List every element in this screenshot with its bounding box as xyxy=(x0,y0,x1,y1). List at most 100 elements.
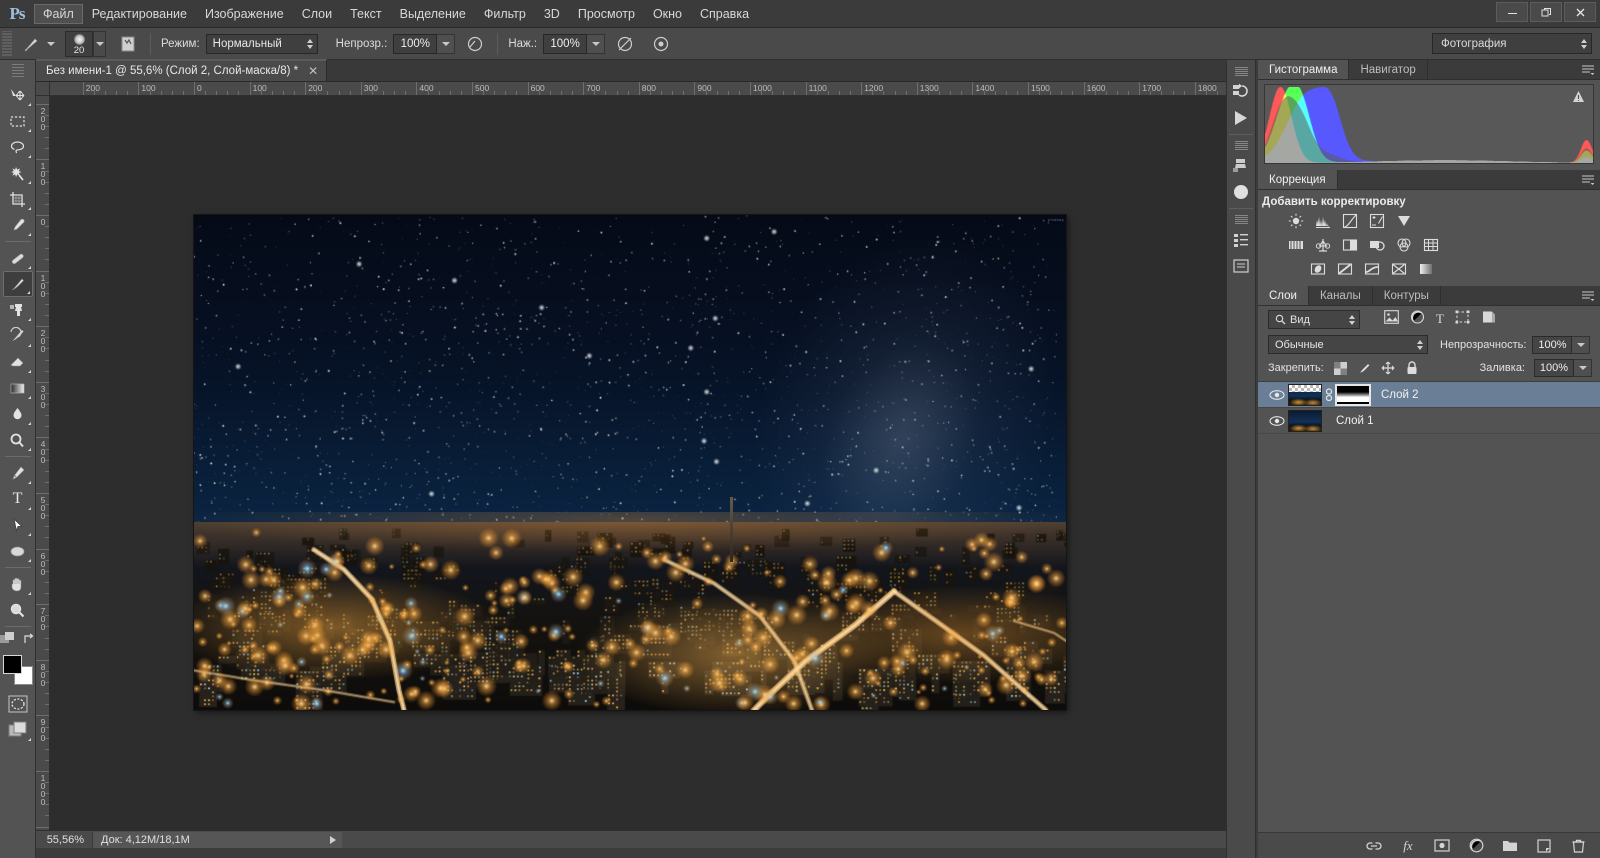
toolbar-grip[interactable] xyxy=(11,64,24,78)
layer-row-1[interactable]: Слой 2 xyxy=(1258,382,1600,408)
threshold-icon[interactable] xyxy=(1362,260,1382,278)
layer-opacity-value[interactable]: 100% xyxy=(1532,335,1573,354)
layer-thumbnail-1[interactable] xyxy=(1288,383,1322,406)
brush-size-preview[interactable]: 20 xyxy=(65,30,93,57)
lock-transparent-icon[interactable] xyxy=(1333,361,1348,376)
layer-style-fx-icon[interactable]: fx xyxy=(1400,838,1416,854)
pen-tool[interactable] xyxy=(3,460,33,486)
invert-icon[interactable] xyxy=(1308,260,1328,278)
smart-object-filter-icon[interactable] xyxy=(1481,310,1496,329)
swap-colors-icon[interactable] xyxy=(22,632,36,651)
zoom-level[interactable]: 55,56% xyxy=(36,834,92,846)
lock-position-icon[interactable] xyxy=(1381,361,1396,376)
horizontal-ruler[interactable]: 200 100 0 100 200 300 400 500 600 700 800 900 1000 11… xyxy=(50,82,1226,96)
menu-layers[interactable]: Слои xyxy=(293,4,341,24)
history-panel-icon[interactable] xyxy=(1228,79,1254,105)
brush-tool[interactable] xyxy=(2,271,33,297)
screen-mode-button[interactable] xyxy=(3,717,33,743)
new-group-icon[interactable] xyxy=(1502,838,1518,854)
airbrush-icon[interactable] xyxy=(613,32,637,56)
histogram-warning-icon[interactable] xyxy=(1572,90,1585,106)
ellipse-shape-tool[interactable] xyxy=(3,538,33,564)
menu-text[interactable]: Текст xyxy=(341,4,390,24)
brightness-contrast-icon[interactable] xyxy=(1286,212,1306,230)
foreground-color-swatch[interactable] xyxy=(2,655,22,674)
minimize-button[interactable] xyxy=(1496,2,1528,22)
quick-mask-toggle-small-icon[interactable] xyxy=(0,632,16,651)
tab-histogram[interactable]: Гистограмма xyxy=(1258,60,1350,79)
layer-name-2[interactable]: Слой 1 xyxy=(1336,415,1374,427)
layers-panel-menu-icon[interactable] xyxy=(1582,290,1594,302)
blend-mode-dropdown[interactable]: Нормальный xyxy=(205,33,318,54)
hue-saturation-icon[interactable] xyxy=(1286,236,1306,254)
close-tab-icon[interactable]: ✕ xyxy=(308,64,318,78)
tab-paths[interactable]: Контуры xyxy=(1373,286,1441,305)
menu-3d[interactable]: 3D xyxy=(535,4,569,24)
brush-preset-caret[interactable] xyxy=(47,41,55,46)
black-white-icon[interactable] xyxy=(1340,236,1360,254)
type-filter-icon[interactable]: T xyxy=(1436,310,1444,329)
photo-filter-icon[interactable] xyxy=(1367,236,1387,254)
selective-color-icon[interactable] xyxy=(1416,260,1436,278)
layer-row-2[interactable]: Слой 1 xyxy=(1258,408,1600,434)
vertical-ruler[interactable]: 2001000100200300400500600700800900100011… xyxy=(36,96,50,830)
menu-image[interactable]: Изображение xyxy=(196,4,293,24)
histogram-panel-menu-icon[interactable] xyxy=(1582,64,1594,76)
dodge-tool[interactable] xyxy=(3,427,33,453)
spot-healing-brush-tool[interactable] xyxy=(3,245,33,271)
minidock-grip[interactable] xyxy=(1234,67,1248,76)
artboard[interactable]: pixabay xyxy=(194,215,1066,710)
vibrance-icon[interactable] xyxy=(1394,212,1414,230)
histogram-graph[interactable] xyxy=(1264,84,1594,164)
zoom-tool[interactable] xyxy=(3,597,33,623)
posterize-icon[interactable] xyxy=(1335,260,1355,278)
status-expand-icon[interactable] xyxy=(330,835,336,844)
menu-edit[interactable]: Редактирование xyxy=(83,4,196,24)
canvas-area[interactable]: pixabay xyxy=(50,96,1226,830)
hand-tool[interactable] xyxy=(3,571,33,597)
brush-panel-icon[interactable] xyxy=(116,32,140,56)
document-size-info[interactable]: Док: 4,12M/18,1M xyxy=(92,831,342,848)
layer-opacity-caret[interactable] xyxy=(1572,335,1591,354)
character-panel-icon[interactable] xyxy=(1228,227,1254,253)
adjustment-filter-icon[interactable] xyxy=(1410,310,1425,329)
new-adjustment-icon[interactable] xyxy=(1468,838,1484,854)
crop-tool[interactable] xyxy=(3,186,33,212)
tab-channels[interactable]: Каналы xyxy=(1309,286,1373,305)
gradient-tool[interactable] xyxy=(3,375,33,401)
mask-link-icon[interactable] xyxy=(1322,387,1335,402)
tab-navigator[interactable]: Навигатор xyxy=(1349,60,1428,79)
restore-button[interactable] xyxy=(1530,2,1562,22)
ruler-origin-corner[interactable] xyxy=(36,82,50,96)
color-panel-icon[interactable] xyxy=(1228,179,1254,205)
quick-mask-mode-button[interactable] xyxy=(3,691,33,717)
move-tool[interactable] xyxy=(3,82,33,108)
color-lookup-icon[interactable] xyxy=(1421,236,1441,254)
menu-select[interactable]: Выделение xyxy=(391,4,475,24)
menu-filter[interactable]: Фильтр xyxy=(475,4,535,24)
minidock-grip-2[interactable] xyxy=(1234,141,1248,150)
clone-source-panel-icon[interactable] xyxy=(1228,153,1254,179)
delete-layer-icon[interactable] xyxy=(1570,838,1586,854)
tab-corrections[interactable]: Коррекция xyxy=(1258,170,1338,189)
actions-panel-icon[interactable] xyxy=(1228,105,1254,131)
blur-tool[interactable] xyxy=(3,401,33,427)
color-swatches[interactable] xyxy=(2,655,33,685)
document-tab[interactable]: Без имени-1 @ 55,6% (Слой 2, Слой-маска/… xyxy=(36,59,328,81)
history-brush-tool[interactable] xyxy=(3,323,33,349)
menu-file[interactable]: Файл xyxy=(34,3,83,24)
tab-layers[interactable]: Слои xyxy=(1258,286,1309,305)
gradient-map-icon[interactable] xyxy=(1389,260,1409,278)
lock-image-icon[interactable] xyxy=(1357,361,1372,376)
new-layer-icon[interactable] xyxy=(1536,838,1552,854)
eraser-tool[interactable] xyxy=(3,349,33,375)
rectangular-marquee-tool[interactable] xyxy=(3,108,33,134)
options-bar-grip[interactable] xyxy=(2,30,12,57)
menu-view[interactable]: Просмотр xyxy=(569,4,644,24)
layer-mask-thumbnail-1[interactable] xyxy=(1335,383,1371,406)
workspace-selector[interactable]: Фотография xyxy=(1432,33,1592,54)
type-tool[interactable]: T xyxy=(3,486,33,512)
pressure-opacity-icon[interactable] xyxy=(463,32,487,56)
layer-fill-value[interactable]: 100% xyxy=(1534,359,1574,377)
opacity-slider-caret[interactable] xyxy=(437,33,456,54)
